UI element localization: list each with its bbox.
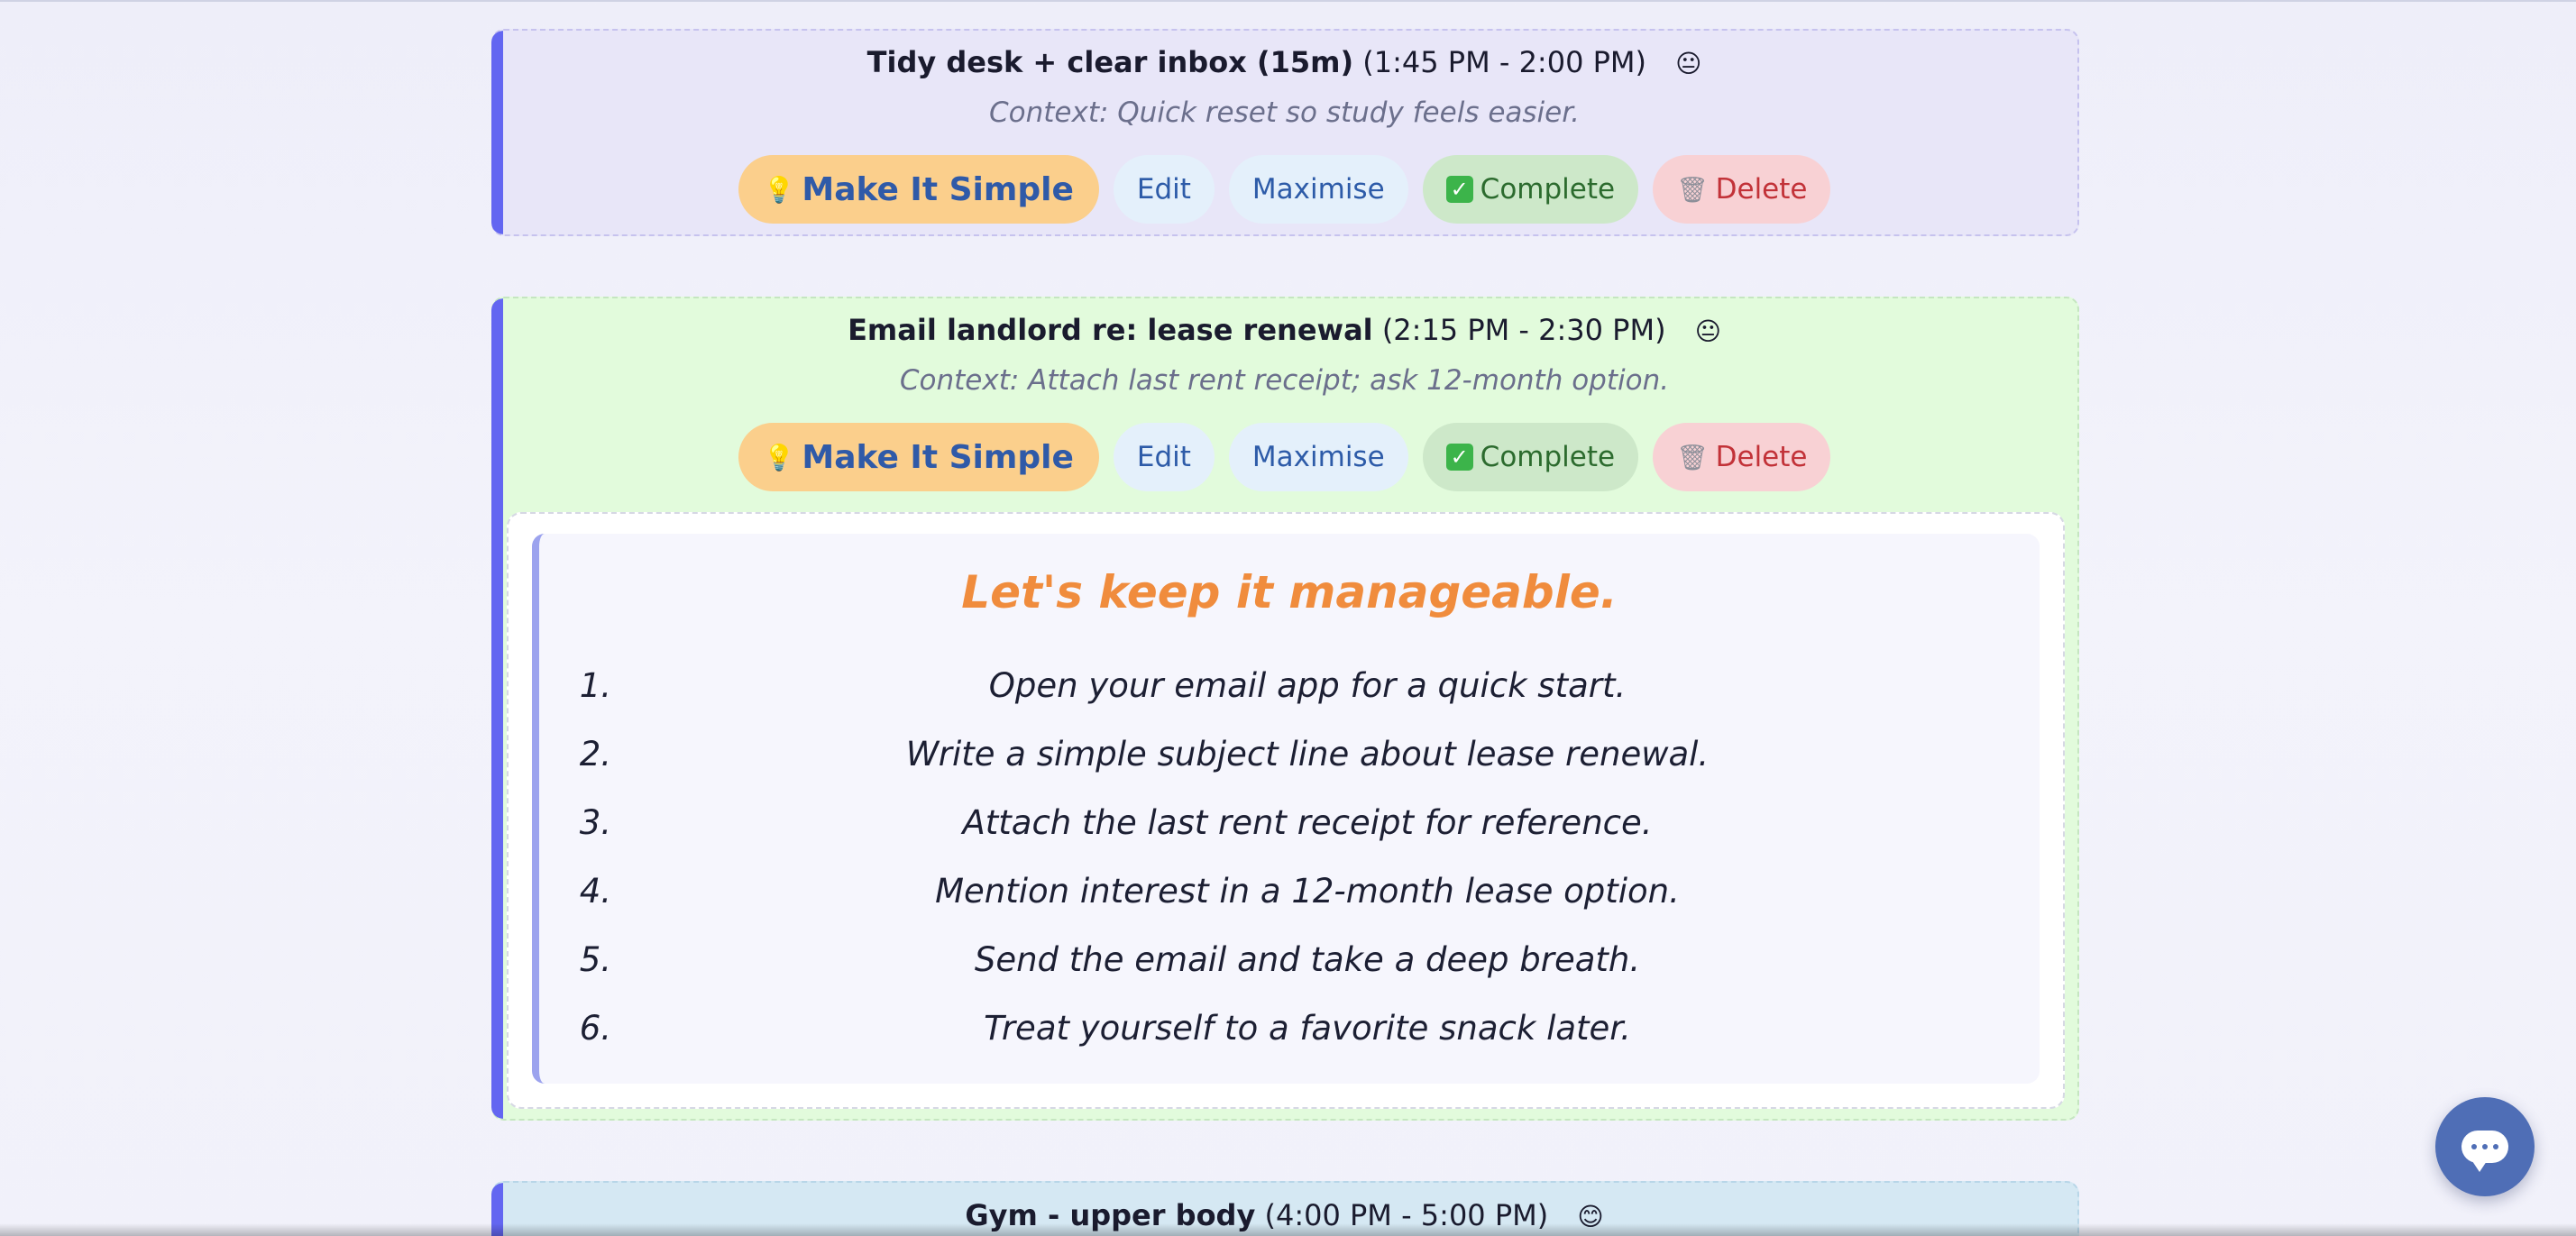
step-item: 4. Mention interest in a 12-month lease … (539, 856, 2040, 925)
step-item: 5. Send the email and take a deep breath… (539, 925, 2040, 993)
simplified-steps-card: Let's keep it manageable. 1. Open your e… (532, 534, 2040, 1084)
maximise-button[interactable]: Maximise (1228, 423, 1408, 491)
check-icon: ✓ (1445, 176, 1473, 203)
delete-button[interactable]: 🗑 Delete (1653, 423, 1831, 491)
step-text: Attach the last rent receipt for referen… (962, 802, 1653, 842)
step-text: Treat yourself to a favorite snack later… (984, 1008, 1631, 1048)
mood-emoji: 😐 (1675, 49, 1702, 78)
lightbulb-icon: 💡 (763, 174, 795, 205)
task-title: Email landlord re: lease renewal (848, 313, 1373, 347)
simplified-heading: Let's keep it manageable. (961, 566, 1618, 618)
task-header: Email landlord re: lease renewal (2:15 P… (491, 313, 2077, 347)
step-item: 2. Write a simple subject line about lea… (539, 719, 2040, 788)
simplified-steps-panel: Let's keep it manageable. 1. Open your e… (507, 512, 2065, 1109)
step-text: Send the email and take a deep breath. (974, 939, 1641, 979)
complete-button[interactable]: ✓ Complete (1422, 155, 1639, 224)
task-title: Tidy desk + clear inbox (15m) (866, 45, 1354, 79)
trash-icon: 🗑 (1676, 174, 1709, 205)
lightbulb-icon: 💡 (763, 442, 795, 472)
chat-button[interactable] (2435, 1097, 2535, 1196)
steps-list: 1. Open your email app for a quick start… (539, 651, 2040, 1062)
step-text: Write a simple subject line about lease … (905, 734, 1710, 774)
make-it-simple-label: Make It Simple (802, 170, 1074, 208)
trash-icon: 🗑 (1676, 442, 1709, 472)
task-actions: 💡 Make It Simple Edit Maximise ✓ Complet… (491, 155, 2077, 224)
step-item: 3. Attach the last rent receipt for refe… (539, 788, 2040, 856)
task-time: (1:45 PM - 2:00 PM) (1362, 45, 1646, 79)
step-text: Open your email app for a quick start. (988, 665, 1627, 705)
delete-label: Delete (1715, 441, 1808, 473)
task-card: Tidy desk + clear inbox (15m) (1:45 PM -… (491, 29, 2079, 236)
make-it-simple-button[interactable]: 💡 Make It Simple (738, 155, 1099, 224)
task-context: Context: Quick reset so study feels easi… (989, 96, 1580, 129)
step-text: Mention interest in a 12-month lease opt… (935, 871, 1680, 911)
chat-bubble-icon (2461, 1131, 2508, 1172)
bottom-edge-shadow (0, 1223, 2576, 1236)
edit-button[interactable]: Edit (1113, 423, 1215, 491)
edit-button[interactable]: Edit (1113, 155, 1215, 224)
task-time: (2:15 PM - 2:30 PM) (1381, 313, 1666, 347)
top-border (0, 0, 2576, 2)
maximise-button[interactable]: Maximise (1228, 155, 1408, 224)
make-it-simple-label: Make It Simple (802, 438, 1074, 476)
step-item: 1. Open your email app for a quick start… (539, 651, 2040, 719)
delete-label: Delete (1715, 173, 1808, 206)
complete-label: Complete (1480, 441, 1616, 473)
mood-emoji: 😐 (1694, 316, 1721, 346)
task-header: Tidy desk + clear inbox (15m) (1:45 PM -… (491, 45, 2077, 79)
complete-label: Complete (1480, 173, 1616, 206)
make-it-simple-button[interactable]: 💡 Make It Simple (738, 423, 1099, 491)
task-card: Email landlord re: lease renewal (2:15 P… (491, 297, 2079, 1121)
task-context: Context: Attach last rent receipt; ask 1… (899, 364, 1670, 397)
step-item: 6. Treat yourself to a favorite snack la… (539, 993, 2040, 1062)
delete-button[interactable]: 🗑 Delete (1653, 155, 1831, 224)
complete-button[interactable]: ✓ Complete (1422, 423, 1639, 491)
task-actions: 💡 Make It Simple Edit Maximise ✓ Complet… (491, 423, 2077, 491)
check-icon: ✓ (1445, 444, 1473, 471)
task-accent-bar (491, 298, 503, 1119)
